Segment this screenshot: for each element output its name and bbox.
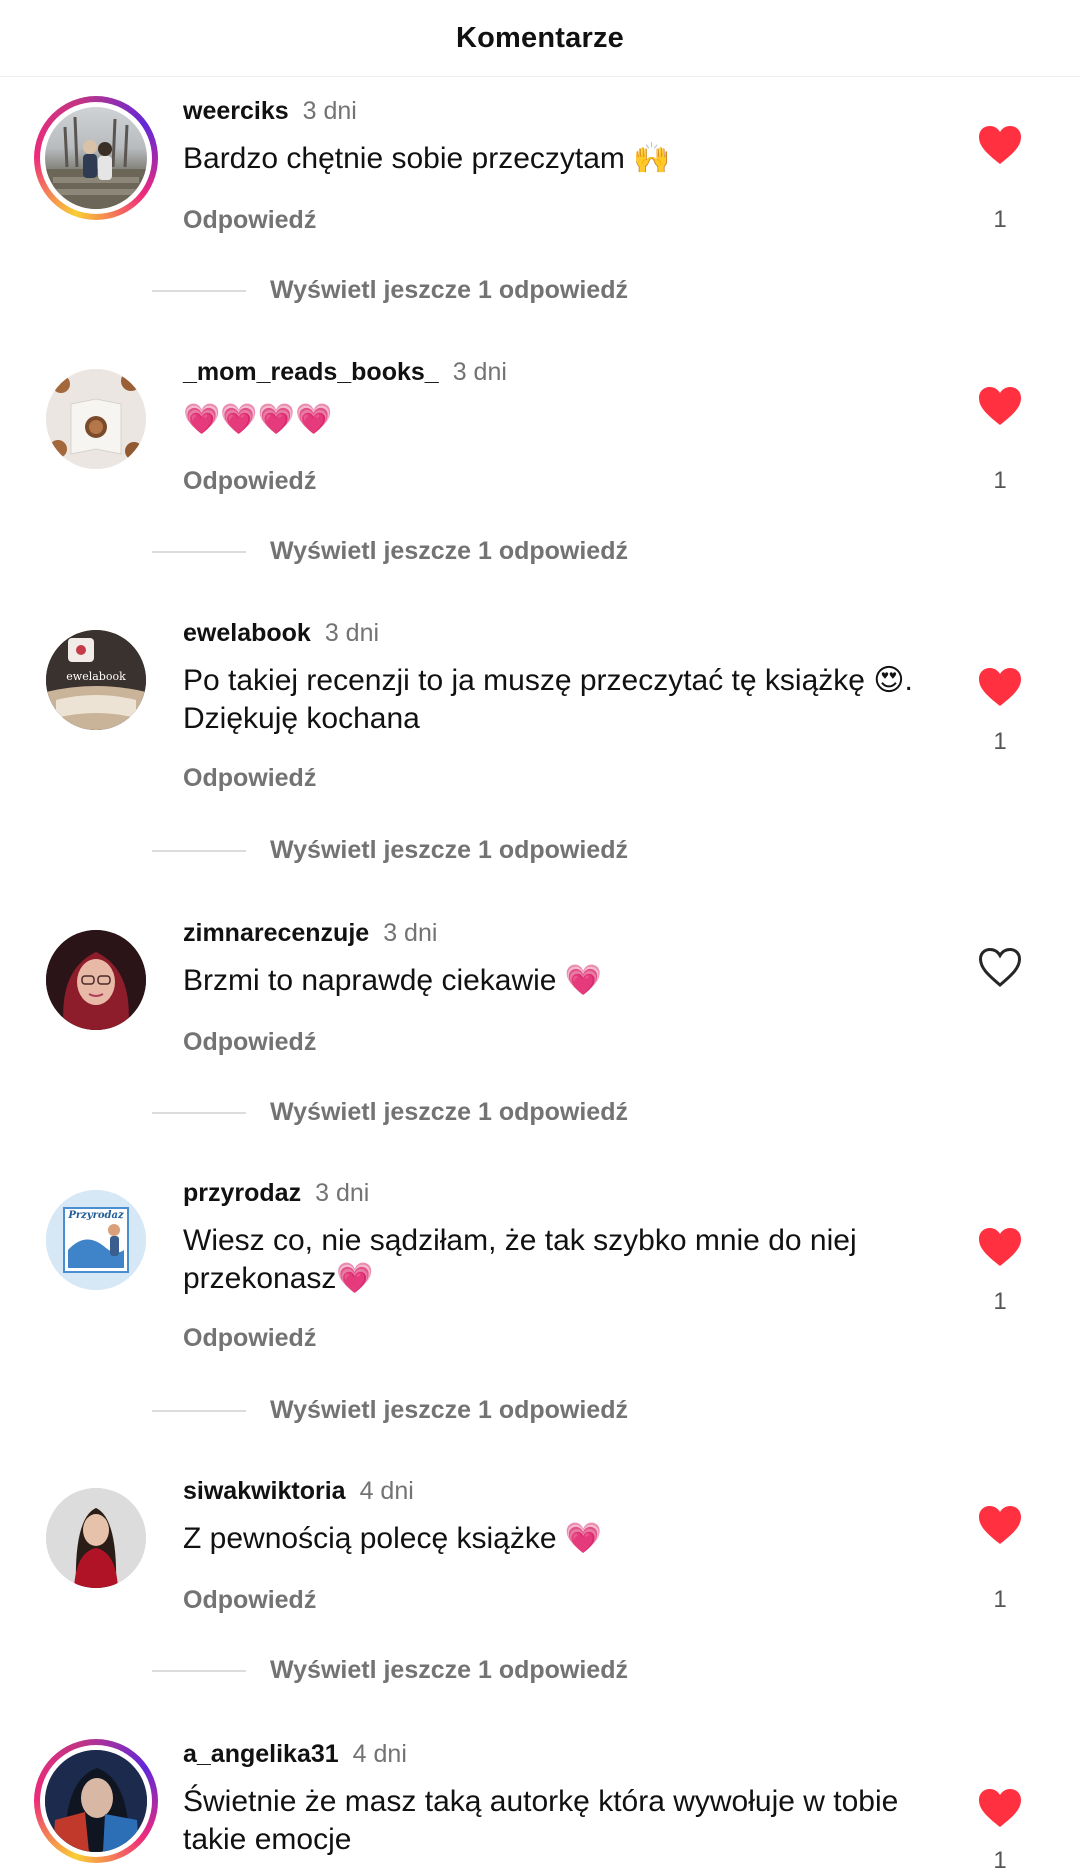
comment-username[interactable]: przyrodaz	[183, 1179, 301, 1207]
reply-button[interactable]: Odpowiedź	[183, 1324, 316, 1353]
reply-button[interactable]: Odpowiedź	[183, 1028, 316, 1057]
view-replies-label: Wyświetl jeszcze 1 odpowiedź	[270, 537, 628, 565]
comments-sheet: Komentarze weerciks 3 dni Bardzo chętnie…	[0, 0, 1080, 1870]
thread-line	[152, 550, 246, 553]
comment-text: Wiesz co, nie sądziłam, że tak szybko mn…	[183, 1224, 857, 1295]
avatar[interactable]	[34, 918, 158, 1042]
view-replies-button[interactable]: Wyświetl jeszcze 1 odpowiedź	[152, 1396, 628, 1425]
avatar-photo	[46, 930, 146, 1030]
view-replies-button[interactable]: Wyświetl jeszcze 1 odpowiedź	[152, 537, 628, 566]
reply-button[interactable]: Odpowiedź	[183, 206, 316, 235]
comment-meta: weerciks 3 dni	[183, 96, 357, 126]
thread-line	[152, 289, 246, 292]
avatar-photo-icon	[46, 369, 146, 469]
comment-meta: a_angelika31 4 dni	[183, 1739, 407, 1769]
comment-username[interactable]: weerciks	[183, 97, 289, 125]
avatar-photo-icon	[46, 930, 146, 1030]
avatar	[45, 107, 147, 209]
comment-username[interactable]: siwakwiktoria	[183, 1477, 346, 1505]
view-replies-label: Wyświetl jeszcze 1 odpowiedź	[270, 1098, 628, 1126]
avatar[interactable]: Przyrodaz	[34, 1178, 158, 1302]
avatar-photo-icon	[46, 1190, 146, 1290]
comment-text: 💗💗💗💗	[183, 403, 333, 436]
comments-header: Komentarze	[0, 0, 1080, 77]
comment-text: Bardzo chętnie sobie przeczytam 🙌	[183, 142, 671, 175]
comment-time: 3 dni	[315, 1179, 370, 1207]
avatar[interactable]	[34, 357, 158, 481]
comment-text: Po takiej recenzji to ja muszę przeczyta…	[183, 664, 913, 735]
like-filled-icon[interactable]	[976, 122, 1024, 170]
reply-button[interactable]: Odpowiedź	[183, 764, 316, 793]
like-filled-icon[interactable]	[976, 1502, 1024, 1550]
avatar-photo: Przyrodaz	[46, 1190, 146, 1290]
like-count: 1	[993, 1586, 1007, 1613]
view-replies-label: Wyświetl jeszcze 1 odpowiedź	[270, 276, 628, 304]
reply-button[interactable]: Odpowiedź	[183, 467, 316, 496]
comment-meta: ewelabook 3 dni	[183, 618, 379, 648]
comment-time: 4 dni	[359, 1477, 414, 1505]
like-count: 1	[993, 206, 1007, 233]
thread-line	[152, 1111, 246, 1114]
like-count: 1	[993, 467, 1007, 494]
avatar[interactable]: ewelabook	[34, 618, 158, 742]
like-filled-icon[interactable]	[976, 1224, 1024, 1272]
comment-meta: siwakwiktoria 4 dni	[183, 1476, 414, 1506]
avatar-photo-icon	[46, 1488, 146, 1588]
comment-text: Z pewnością polecę książke 💗	[183, 1522, 603, 1555]
comment-time: 3 dni	[383, 919, 438, 947]
avatar-photo-icon	[45, 1750, 147, 1852]
avatar-photo-icon	[45, 116, 147, 209]
avatar-story-ring[interactable]	[34, 96, 158, 220]
comment-text: Brzmi to naprawdę ciekawie 💗	[183, 964, 603, 997]
comment-username[interactable]: zimnarecenzuje	[183, 919, 369, 947]
comment-time: 3 dni	[324, 619, 380, 647]
like-count: 1	[993, 1288, 1007, 1315]
like-filled-icon[interactable]	[976, 664, 1024, 712]
avatar-photo	[46, 369, 146, 469]
avatar-photo	[45, 1750, 147, 1852]
view-replies-button[interactable]: Wyświetl jeszcze 1 odpowiedź	[152, 1656, 628, 1685]
comment-text: Świetnie że masz taką autorkę która wywo…	[183, 1785, 899, 1856]
view-replies-button[interactable]: Wyświetl jeszcze 1 odpowiedź	[152, 836, 628, 865]
reply-button[interactable]: Odpowiedź	[183, 1586, 316, 1615]
view-replies-label: Wyświetl jeszcze 1 odpowiedź	[270, 1656, 628, 1684]
comment-time: 3 dni	[452, 358, 507, 386]
comment-time: 3 dni	[302, 97, 357, 125]
avatar[interactable]	[34, 1476, 158, 1600]
thread-line	[152, 1409, 246, 1412]
like-filled-icon[interactable]	[976, 1785, 1024, 1833]
comment-meta: zimnarecenzuje 3 dni	[183, 918, 437, 948]
view-replies-button[interactable]: Wyświetl jeszcze 1 odpowiedź	[152, 1098, 628, 1127]
avatar-photo	[46, 1488, 146, 1588]
view-replies-button[interactable]: Wyświetl jeszcze 1 odpowiedź	[152, 276, 628, 305]
comment-time: 4 dni	[352, 1740, 407, 1768]
header-title: Komentarze	[456, 21, 624, 54]
avatar-logo-text: Przyrodaz	[68, 1210, 124, 1221]
comment-meta: przyrodaz 3 dni	[183, 1178, 369, 1208]
like-outline-icon[interactable]	[976, 944, 1024, 992]
comment-username[interactable]: _mom_reads_books_	[183, 358, 439, 386]
comment-username[interactable]: ewelabook	[183, 619, 311, 647]
like-count: 1	[993, 1847, 1007, 1870]
like-count: 1	[993, 728, 1007, 755]
thread-line	[152, 1669, 246, 1672]
avatar-photo: ewelabook	[46, 630, 146, 730]
thread-line	[152, 849, 246, 852]
avatar-watermark-text: ewelabook	[66, 670, 126, 683]
view-replies-label: Wyświetl jeszcze 1 odpowiedź	[270, 1396, 628, 1424]
avatar-story-ring[interactable]	[34, 1739, 158, 1863]
view-replies-label: Wyświetl jeszcze 1 odpowiedź	[270, 836, 628, 864]
comment-meta: _mom_reads_books_ 3 dni	[183, 357, 507, 387]
like-filled-icon[interactable]	[976, 383, 1024, 431]
comment-username[interactable]: a_angelika31	[183, 1740, 339, 1768]
